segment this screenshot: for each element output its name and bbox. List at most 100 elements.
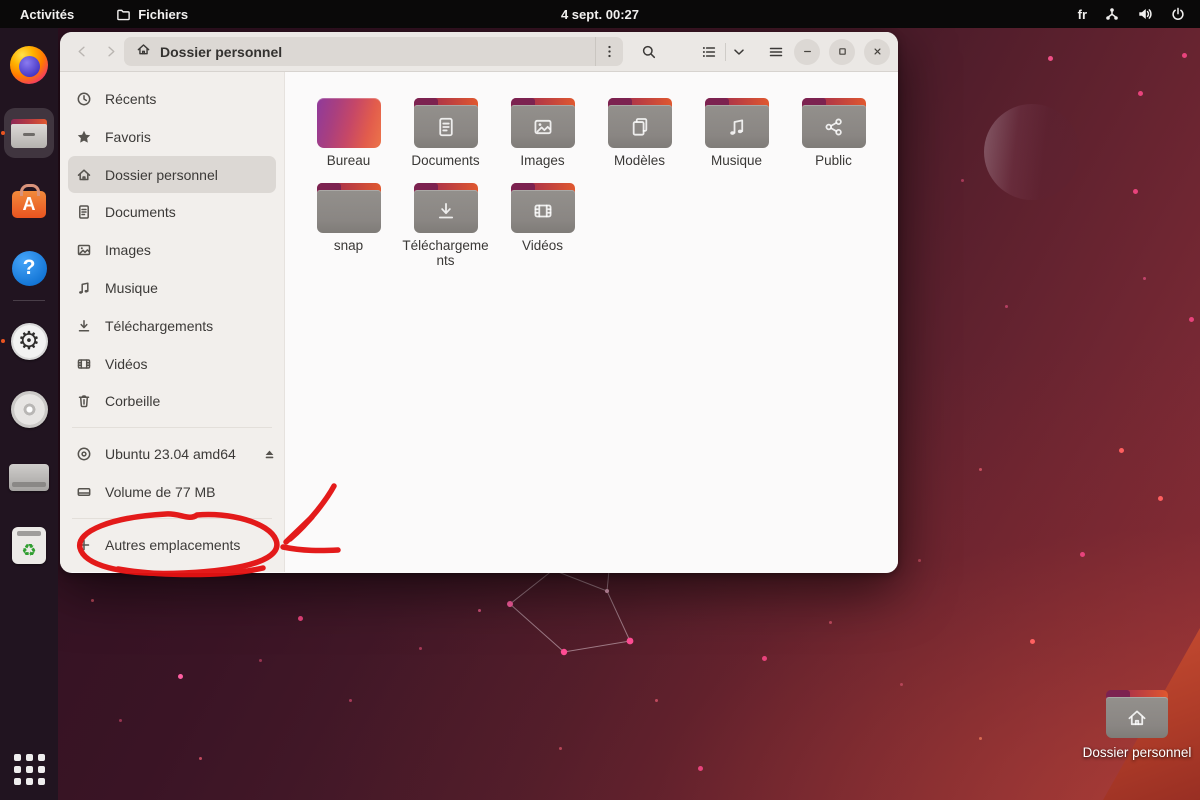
- file-tile-modeles[interactable]: Modèles: [591, 98, 688, 169]
- app-grid-icon: [14, 754, 45, 785]
- sidebar-item-label: Documents: [105, 204, 176, 220]
- desktop-shortcut-home[interactable]: Dossier personnel: [1082, 690, 1192, 760]
- folder-icon: [317, 183, 381, 233]
- dock-item-settings[interactable]: ⚙: [0, 317, 58, 365]
- files-app-icon: [11, 119, 47, 148]
- file-tile-bureau[interactable]: Bureau: [300, 98, 397, 169]
- sidebar-item-other-locations[interactable]: Autres emplacements: [68, 526, 276, 564]
- folder-icon: [414, 98, 478, 148]
- sidebar-item-label: Musique: [105, 280, 158, 296]
- sidebar-item-recents[interactable]: Récents: [68, 80, 276, 118]
- hamburger-icon: [768, 44, 784, 60]
- question-glyph: ?: [23, 256, 36, 280]
- file-grid-area[interactable]: Bureau Documents Images Modèles: [285, 72, 898, 572]
- sidebar-separator: [72, 518, 272, 519]
- home-icon: [136, 42, 151, 62]
- dock-item-app-grid[interactable]: [0, 745, 58, 793]
- sidebar-item-downloads[interactable]: Téléchargements: [68, 307, 276, 345]
- dock-item-cdrom[interactable]: [0, 385, 58, 433]
- file-grid: Bureau Documents Images Modèles: [300, 98, 898, 269]
- file-tile-telechargements[interactable]: Téléchargements: [397, 183, 494, 269]
- system-tray[interactable]: fr: [1078, 6, 1200, 22]
- search-icon: [641, 44, 657, 60]
- image-emblem-icon: [532, 116, 554, 138]
- document-icon: [76, 204, 92, 220]
- location-menu-button[interactable]: [595, 37, 623, 66]
- sidebar-item-starred[interactable]: Favoris: [68, 118, 276, 156]
- kebab-icon: [602, 44, 617, 59]
- file-tile-documents[interactable]: Documents: [397, 98, 494, 169]
- home-icon: [76, 167, 92, 183]
- folder-icon: [511, 98, 575, 148]
- view-toggle-group: [695, 38, 750, 66]
- eject-button[interactable]: [262, 447, 277, 462]
- download-emblem-icon: [435, 200, 457, 222]
- screen: Dossier personnel Dossier personnel: [0, 0, 1200, 800]
- folder-icon: [705, 98, 769, 148]
- sidebar-item-home[interactable]: Dossier personnel: [68, 156, 276, 194]
- activities-button[interactable]: Activités: [14, 5, 80, 24]
- folder-body: [1106, 697, 1168, 738]
- file-name: Téléchargements: [402, 238, 490, 269]
- dock-item-harddrive[interactable]: [0, 453, 58, 501]
- sidebar: Récents Favoris Dossier personnel Docume…: [60, 72, 285, 572]
- dock-item-files[interactable]: [0, 109, 58, 157]
- volume-icon: [1137, 6, 1153, 22]
- sidebar-item-trash[interactable]: Corbeille: [68, 383, 276, 421]
- location-bar[interactable]: Dossier personnel: [124, 37, 623, 66]
- gear-icon: ⚙: [11, 323, 48, 360]
- minimize-button[interactable]: [794, 39, 820, 65]
- desktop-wallpaper-icon: [317, 98, 381, 148]
- optical-disc-icon: [76, 446, 92, 462]
- titlebar[interactable]: Dossier personnel: [60, 32, 898, 72]
- file-tile-snap[interactable]: snap: [300, 183, 397, 269]
- dock-item-help[interactable]: ?: [0, 244, 58, 292]
- sidebar-item-volume[interactable]: Volume de 77 MB: [68, 473, 276, 511]
- view-options-button[interactable]: [728, 38, 750, 66]
- file-tile-videos[interactable]: Vidéos: [494, 183, 591, 269]
- back-button[interactable]: [68, 38, 96, 66]
- maximize-button[interactable]: [829, 39, 855, 65]
- folder-icon: [1106, 690, 1168, 738]
- app-menu-button[interactable]: Fichiers: [110, 5, 194, 24]
- dock-item-firefox[interactable]: [0, 41, 58, 89]
- search-button[interactable]: [635, 38, 663, 66]
- location-label: Dossier personnel: [160, 44, 595, 60]
- download-icon: [76, 318, 92, 334]
- sidebar-item-label: Corbeille: [105, 393, 160, 409]
- sidebar-separator: [72, 427, 272, 428]
- sidebar-item-label: Téléchargements: [105, 318, 213, 334]
- dock: A ? ⚙ ♻: [0, 28, 58, 800]
- file-tile-public[interactable]: Public: [785, 98, 882, 169]
- plus-icon: [76, 537, 92, 553]
- power-icon: [1170, 6, 1186, 22]
- list-view-button[interactable]: [695, 38, 723, 66]
- top-bar-left: Activités Fichiers: [0, 5, 194, 24]
- dock-item-trash[interactable]: ♻: [0, 521, 58, 569]
- software-letter: A: [23, 195, 36, 213]
- sidebar-item-documents[interactable]: Documents: [68, 193, 276, 231]
- sidebar-item-label: Ubuntu 23.04 amd64: [105, 446, 236, 462]
- chevron-down-icon: [731, 44, 747, 60]
- keyboard-layout-indicator[interactable]: fr: [1078, 7, 1087, 22]
- file-tile-musique[interactable]: Musique: [688, 98, 785, 169]
- hard-drive-icon: [76, 484, 92, 500]
- close-icon: [871, 45, 884, 58]
- sidebar-item-ubuntu-disc[interactable]: Ubuntu 23.04 amd64: [68, 435, 276, 473]
- sidebar-item-label: Autres emplacements: [105, 537, 240, 553]
- file-name: Bureau: [327, 153, 371, 169]
- main-menu-button[interactable]: [762, 38, 790, 66]
- sidebar-item-label: Images: [105, 242, 151, 258]
- sidebar-item-music[interactable]: Musique: [68, 269, 276, 307]
- file-name: Vidéos: [522, 238, 563, 254]
- sidebar-item-pictures[interactable]: Images: [68, 231, 276, 269]
- forward-button[interactable]: [96, 38, 124, 66]
- file-tile-images[interactable]: Images: [494, 98, 591, 169]
- document-emblem-icon: [435, 116, 457, 138]
- window-body: Récents Favoris Dossier personnel Docume…: [60, 72, 898, 572]
- sidebar-item-label: Favoris: [105, 129, 151, 145]
- close-button[interactable]: [864, 39, 890, 65]
- sidebar-item-videos[interactable]: Vidéos: [68, 345, 276, 383]
- dock-item-ubuntu-software[interactable]: A: [0, 176, 58, 224]
- sidebar-bottom: Autres emplacements: [60, 511, 284, 572]
